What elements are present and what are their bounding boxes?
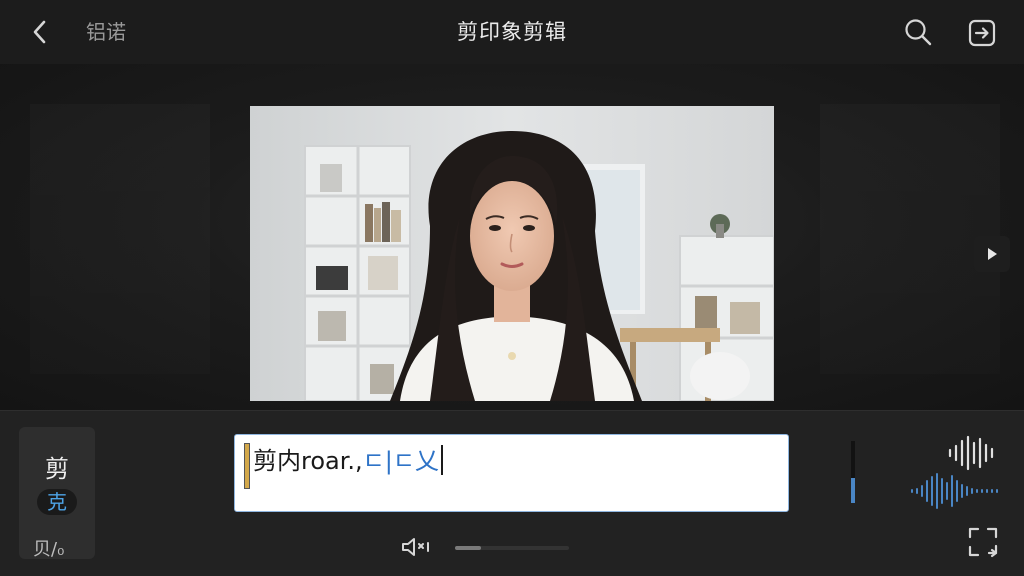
caption-text-main: 剪内roar., — [253, 447, 363, 475]
editor-panel: 剪 克 贝/₀ 剪内roar.,ㄷ|ㄷ乂 — [0, 410, 1024, 576]
style-glyph-selected[interactable]: 克 — [37, 489, 77, 515]
blurred-background-right — [820, 104, 1000, 374]
style-glyph-tertiary: 贝/₀ — [33, 539, 65, 560]
play-icon — [988, 248, 997, 260]
video-editor-app: 铝诺 剪印象剪辑 剪 克 贝/₀ 剪内roar.,ㄷ|ㄷ乂 — [0, 0, 1024, 576]
audio-level-fill — [851, 478, 855, 503]
volume-progress-fill — [455, 546, 481, 550]
top-bar: 铝诺 剪印象剪辑 — [0, 0, 1024, 64]
fullscreen-icon — [968, 527, 998, 558]
waveform-icon[interactable] — [946, 435, 998, 471]
video-frame-image — [250, 106, 774, 401]
text-cursor — [440, 445, 443, 475]
search-button[interactable] — [900, 14, 936, 50]
search-icon — [905, 19, 932, 46]
text-style-card[interactable]: 剪 克 贝/₀ — [19, 427, 95, 560]
caption-text: 剪内roar.,ㄷ|ㄷ乂 — [253, 445, 443, 477]
selection-handle[interactable] — [244, 443, 250, 489]
caption-text-input[interactable]: 剪内roar.,ㄷ|ㄷ乂 — [234, 434, 789, 512]
video-preview[interactable] — [250, 106, 774, 401]
volume-progress-track[interactable] — [455, 546, 569, 550]
blurred-background-left — [30, 104, 210, 374]
mute-button[interactable] — [399, 533, 433, 561]
audio-level-meter — [851, 441, 855, 503]
chevron-left-icon — [33, 20, 46, 44]
export-button[interactable] — [963, 14, 1001, 52]
app-title: 剪印象剪辑 — [457, 20, 567, 44]
play-button[interactable] — [974, 236, 1010, 272]
export-icon — [968, 19, 996, 47]
caption-text-highlight: ㄷ|ㄷ乂 — [362, 447, 439, 475]
style-glyph-primary: 剪 — [45, 455, 69, 483]
fullscreen-button[interactable] — [966, 525, 1000, 559]
back-label[interactable]: 铝诺 — [86, 18, 126, 46]
back-button[interactable] — [22, 14, 58, 50]
speaker-muted-icon — [402, 538, 429, 556]
voice-waveform-icon[interactable] — [910, 471, 1000, 511]
